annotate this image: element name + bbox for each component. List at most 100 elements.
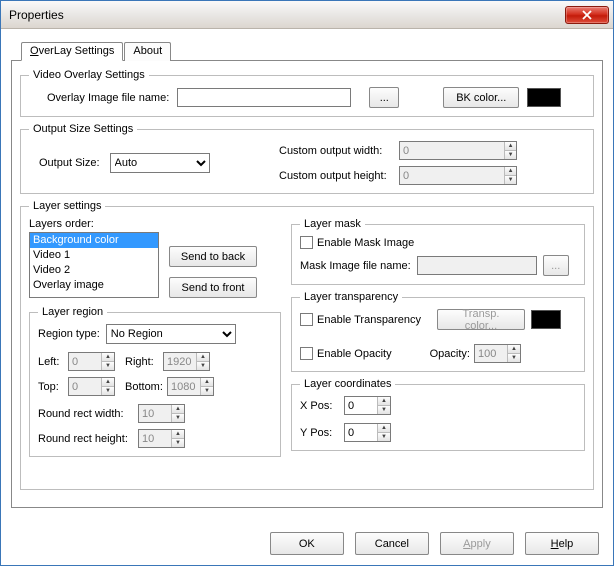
- output-size-label: Output Size:: [39, 157, 100, 169]
- group-layer-transparency: Layer transparency Enable Transparency T…: [291, 291, 585, 372]
- rrh-input[interactable]: [139, 430, 171, 447]
- rrw-input[interactable]: [139, 405, 171, 422]
- bottom-label: Bottom:: [125, 381, 167, 393]
- custom-width-spin[interactable]: ▲▼: [399, 141, 517, 160]
- list-item[interactable]: Overlay image: [30, 278, 158, 293]
- spin-down-icon[interactable]: ▼: [505, 175, 516, 184]
- spin-down-icon[interactable]: ▼: [201, 386, 213, 395]
- apply-label: A: [463, 538, 470, 550]
- cancel-button[interactable]: Cancel: [355, 532, 429, 555]
- spin-down-icon[interactable]: ▼: [505, 150, 516, 159]
- y-pos-input[interactable]: [345, 424, 377, 441]
- legend-layer-region: Layer region: [38, 306, 107, 318]
- checkbox-box-icon: [300, 347, 313, 360]
- spin-down-icon[interactable]: ▼: [172, 438, 184, 447]
- spin-up-icon[interactable]: ▲: [201, 378, 213, 386]
- y-pos-spin[interactable]: ▲▼: [344, 423, 391, 442]
- spin-down-icon[interactable]: ▼: [102, 386, 114, 395]
- layers-order-label: Layers order:: [29, 218, 94, 230]
- overlay-image-label: Overlay Image file name:: [47, 92, 169, 104]
- send-to-back-button[interactable]: Send to back: [169, 246, 257, 267]
- bottom-spin[interactable]: ▲▼: [167, 377, 214, 396]
- x-pos-spin[interactable]: ▲▼: [344, 396, 391, 415]
- spin-up-icon[interactable]: ▲: [378, 397, 390, 405]
- custom-height-spin[interactable]: ▲▼: [399, 166, 517, 185]
- opacity-label: Opacity:: [430, 348, 470, 360]
- list-item[interactable]: Video 2: [30, 263, 158, 278]
- spin-up-icon[interactable]: ▲: [102, 353, 114, 361]
- spin-up-icon[interactable]: ▲: [172, 405, 184, 413]
- mask-browse-button[interactable]: ...: [543, 255, 569, 276]
- opacity-spin[interactable]: ▲▼: [474, 344, 521, 363]
- send-to-front-button[interactable]: Send to front: [169, 277, 257, 298]
- left-input[interactable]: [69, 353, 101, 370]
- bk-color-button[interactable]: BK color...: [443, 87, 519, 108]
- list-item[interactable]: Background color: [30, 233, 158, 248]
- legend-layer-settings: Layer settings: [29, 200, 105, 212]
- legend-output-size: Output Size Settings: [29, 123, 137, 135]
- ok-button[interactable]: OK: [270, 532, 344, 555]
- mask-file-label: Mask Image file name:: [300, 260, 411, 272]
- transp-color-swatch: [531, 310, 561, 329]
- titlebar: Properties: [1, 1, 613, 29]
- spin-down-icon[interactable]: ▼: [378, 405, 390, 414]
- top-spin[interactable]: ▲▼: [68, 377, 115, 396]
- region-type-select[interactable]: No Region: [106, 324, 236, 344]
- tab-strip: OverLay Settings About: [21, 41, 603, 60]
- transp-color-button[interactable]: Transp. color...: [437, 309, 525, 330]
- spin-up-icon[interactable]: ▲: [508, 345, 520, 353]
- spin-down-icon[interactable]: ▼: [102, 361, 114, 370]
- bottom-input[interactable]: [168, 378, 200, 395]
- close-icon: [582, 10, 592, 20]
- custom-height-input[interactable]: [400, 167, 504, 184]
- spin-up-icon[interactable]: ▲: [102, 378, 114, 386]
- mask-file-input[interactable]: [417, 256, 537, 275]
- tab-about[interactable]: About: [124, 42, 171, 61]
- help-label: H: [551, 538, 559, 550]
- spin-down-icon[interactable]: ▼: [508, 353, 520, 362]
- group-layer-settings: Layer settings Layers order: Background …: [20, 200, 594, 490]
- tab-panel: Video Overlay Settings Overlay Image fil…: [11, 60, 603, 508]
- right-spin[interactable]: ▲▼: [163, 352, 210, 371]
- dialog-footer: OK Cancel Apply Help: [1, 532, 613, 555]
- spin-down-icon[interactable]: ▼: [172, 413, 184, 422]
- spin-up-icon[interactable]: ▲: [197, 353, 209, 361]
- group-layer-mask: Layer mask Enable Mask Image Mask Image …: [291, 218, 585, 285]
- overlay-image-browse-button[interactable]: ...: [369, 87, 399, 108]
- list-item[interactable]: Video 1: [30, 248, 158, 263]
- enable-opacity-checkbox[interactable]: Enable Opacity: [300, 347, 392, 360]
- x-pos-input[interactable]: [345, 397, 377, 414]
- layers-listbox[interactable]: Background color Video 1 Video 2 Overlay…: [29, 232, 159, 298]
- rrh-spin[interactable]: ▲▼: [138, 429, 185, 448]
- apply-button[interactable]: Apply: [440, 532, 514, 555]
- spin-up-icon[interactable]: ▲: [378, 424, 390, 432]
- opacity-input[interactable]: [475, 345, 507, 362]
- legend-video-overlay: Video Overlay Settings: [29, 69, 149, 81]
- spin-up-icon[interactable]: ▲: [172, 430, 184, 438]
- help-button[interactable]: Help: [525, 532, 599, 555]
- left-label: Left:: [38, 356, 68, 368]
- rrw-spin[interactable]: ▲▼: [138, 404, 185, 423]
- tab-overlay-settings[interactable]: OverLay Settings: [21, 42, 123, 61]
- top-input[interactable]: [69, 378, 101, 395]
- enable-opacity-label: Enable Opacity: [317, 348, 392, 360]
- custom-height-label: Custom output height:: [279, 170, 399, 182]
- close-button[interactable]: [565, 6, 609, 24]
- right-input[interactable]: [164, 353, 196, 370]
- overlay-image-input[interactable]: [177, 88, 351, 107]
- y-pos-label: Y Pos:: [300, 427, 344, 439]
- top-label: Top:: [38, 381, 68, 393]
- output-size-select[interactable]: Auto: [110, 153, 210, 173]
- group-video-overlay: Video Overlay Settings Overlay Image fil…: [20, 69, 594, 117]
- spin-up-icon[interactable]: ▲: [505, 167, 516, 175]
- group-output-size: Output Size Settings Output Size: Auto C…: [20, 123, 594, 194]
- enable-mask-checkbox[interactable]: Enable Mask Image: [300, 236, 414, 249]
- bk-color-swatch: [527, 88, 561, 107]
- enable-transparency-checkbox[interactable]: Enable Transparency: [300, 313, 421, 326]
- spin-down-icon[interactable]: ▼: [197, 361, 209, 370]
- spin-down-icon[interactable]: ▼: [378, 432, 390, 441]
- checkbox-box-icon: [300, 313, 313, 326]
- left-spin[interactable]: ▲▼: [68, 352, 115, 371]
- spin-up-icon[interactable]: ▲: [505, 142, 516, 150]
- custom-width-input[interactable]: [400, 142, 504, 159]
